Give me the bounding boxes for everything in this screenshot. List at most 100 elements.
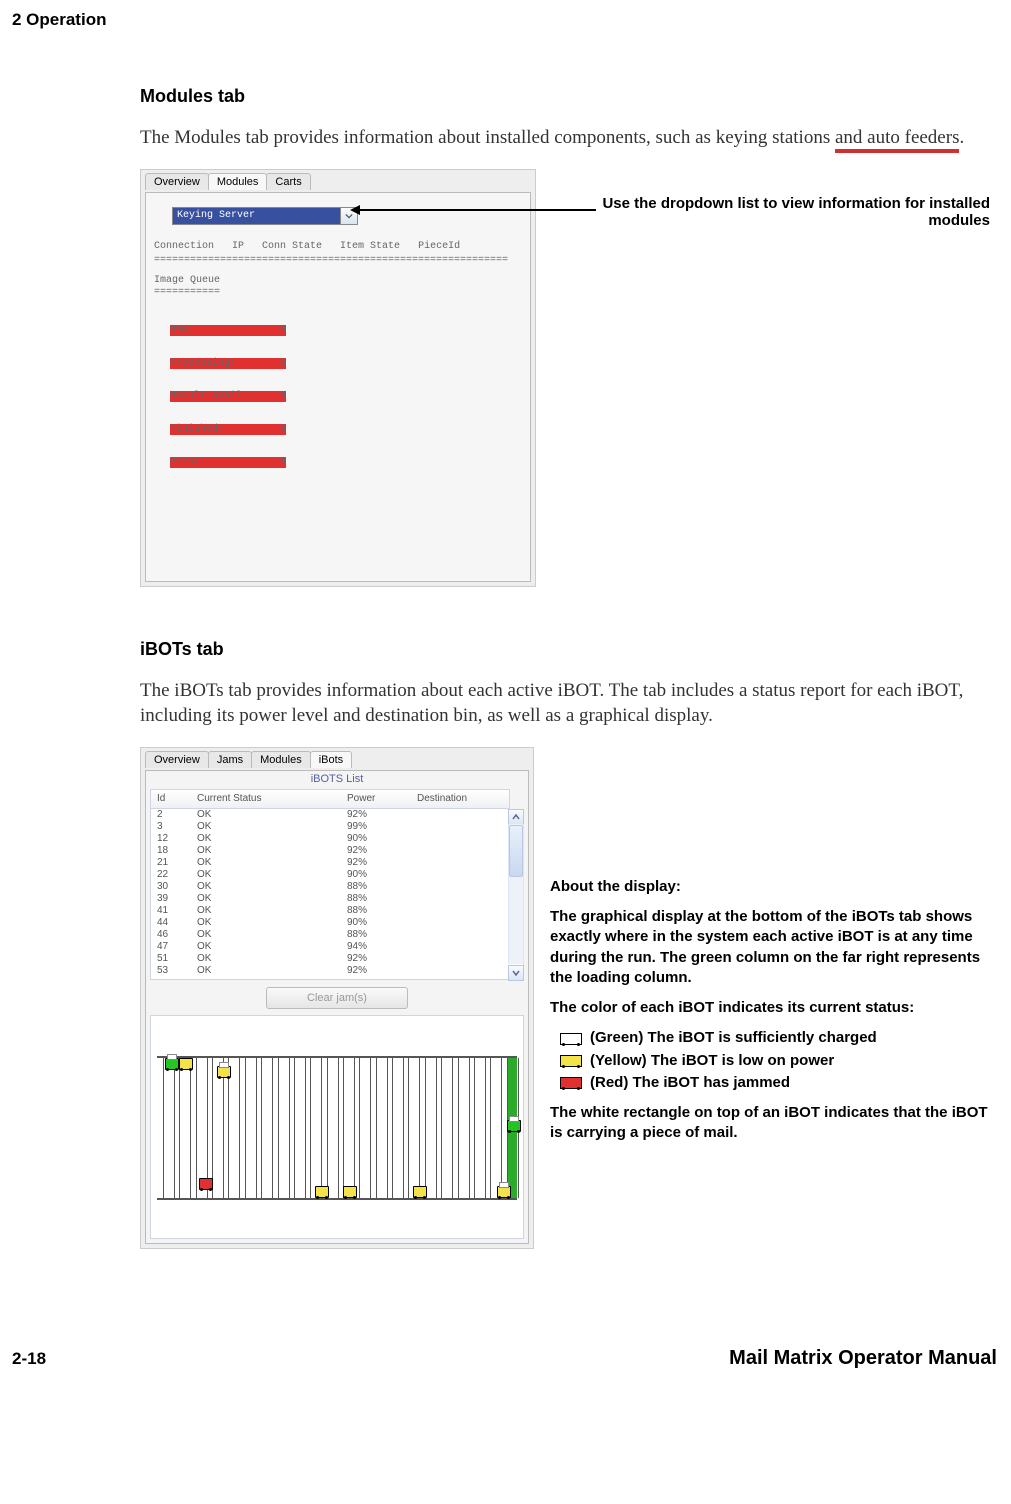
column: [228, 1058, 240, 1198]
col-destination[interactable]: Destination: [417, 793, 509, 804]
ibot-icon: [507, 1120, 521, 1132]
column: [392, 1058, 404, 1198]
figure-modules: Overview Modules Carts Keying Server Con…: [140, 169, 990, 609]
image-queue-title: Image Queue: [154, 275, 220, 286]
legend-text: (Red) The iBOT has jammed: [590, 1073, 790, 1093]
col-status[interactable]: Current Status: [197, 793, 347, 804]
table-row[interactable]: 53OK92%: [151, 965, 523, 977]
column-headers: Connection IP Conn State Item State Piec…: [154, 241, 460, 252]
ibot-icon: [315, 1186, 329, 1198]
column: [294, 1058, 306, 1198]
column: [441, 1058, 453, 1198]
scroll-up-icon[interactable]: [508, 809, 524, 825]
ibots-canvas: [150, 1015, 524, 1239]
queue-value: 0: [280, 358, 286, 369]
ibots-list-body: 2OK92%3OK99%12OK90%18OK92%21OK92%22OK90%…: [150, 809, 524, 980]
page-footer: 2-18 Mail Matrix Operator Manual: [0, 1347, 1011, 1370]
column: [327, 1058, 339, 1198]
col-power[interactable]: Power: [347, 793, 417, 804]
column: [425, 1058, 437, 1198]
col-ip: IP: [232, 241, 244, 252]
column: [245, 1058, 257, 1198]
tab-carts[interactable]: Carts: [266, 173, 310, 190]
tab-overview[interactable]: Overview: [145, 751, 209, 768]
modules-panel: Keying Server Connection IP Conn State I…: [145, 192, 531, 582]
column: [179, 1058, 191, 1198]
table-row[interactable]: 30OK88%: [151, 881, 523, 893]
ibot-icon: [413, 1186, 427, 1198]
queue-row: New:0: [170, 325, 286, 336]
column: [163, 1058, 175, 1198]
modules-tabstrip: Overview Modules Carts: [145, 173, 310, 190]
table-row[interactable]: 39OK88%: [151, 893, 523, 905]
column: [376, 1058, 388, 1198]
table-row[interactable]: 41OK88%: [151, 905, 523, 917]
ibots-tab-paragraph: The iBOTs tab provides information about…: [140, 678, 990, 729]
module-select-value: Keying Server: [177, 210, 255, 221]
module-select[interactable]: Keying Server: [172, 207, 358, 225]
ibot-icon: [165, 1058, 179, 1070]
modules-tab-heading: Modules tab: [140, 86, 990, 107]
col-connstate: Conn State: [262, 241, 322, 252]
page-number: 2-18: [12, 1349, 46, 1369]
manual-title: Mail Matrix Operator Manual: [729, 1347, 997, 1370]
queue-value: 0: [280, 424, 286, 435]
table-row[interactable]: 21OK92%: [151, 857, 523, 869]
queue-label: Processing:: [170, 358, 280, 369]
column: [212, 1058, 224, 1198]
scrollbar-thumb[interactable]: [509, 825, 523, 877]
table-row[interactable]: 12OK90%: [151, 833, 523, 845]
table-row[interactable]: 46OK88%: [151, 929, 523, 941]
tab-overview[interactable]: Overview: [145, 173, 209, 190]
table-row[interactable]: 22OK90%: [151, 869, 523, 881]
ibot-red-icon: [560, 1077, 582, 1089]
ibots-tab-heading: iBOTs tab: [140, 639, 990, 660]
queue-label: Result avail.:: [170, 391, 280, 402]
legend-text: (Yellow) The iBOT is low on power: [590, 1051, 834, 1071]
scroll-down-icon[interactable]: [508, 965, 524, 981]
table-row[interactable]: 44OK90%: [151, 917, 523, 929]
col-pieceid: PieceId: [418, 241, 460, 252]
table-row[interactable]: 18OK92%: [151, 845, 523, 857]
separator: ========================================…: [154, 255, 508, 266]
column: [310, 1058, 322, 1198]
queue-value: 0: [280, 325, 286, 336]
ibots-list-header: Id Current Status Power Destination: [150, 789, 510, 809]
column: [278, 1058, 290, 1198]
running-head: 2 Operation: [0, 10, 1011, 38]
ibot-icon: [497, 1186, 511, 1198]
tab-modules[interactable]: Modules: [208, 173, 268, 190]
arrowhead-icon: [350, 205, 360, 215]
about-p3: The white rectangle on top of an iBOT in…: [550, 1103, 990, 1144]
ibots-panel: iBOTS List Id Current Status Power Desti…: [145, 770, 529, 1244]
about-heading: About the display:: [550, 877, 990, 897]
image-queue-sep: ===========: [154, 287, 220, 298]
tab-jams[interactable]: Jams: [208, 751, 252, 768]
legend-row: (Green) The iBOT is sufficiently charged: [560, 1028, 990, 1048]
about-p2: The color of each iBOT indicates its cur…: [550, 998, 990, 1018]
queue-row: Result avail.:0: [170, 391, 286, 402]
ibots-list-title: iBOTS List: [146, 773, 528, 785]
column: [474, 1058, 486, 1198]
col-connection: Connection: [154, 241, 214, 252]
table-row[interactable]: 2OK92%: [151, 809, 523, 821]
tab-ibots[interactable]: iBots: [310, 751, 352, 768]
ibots-tabstrip: Overview Jams Modules iBots: [145, 751, 351, 768]
clear-jams-button[interactable]: Clear jam(s): [266, 987, 408, 1009]
column: [196, 1058, 208, 1198]
column: [343, 1058, 355, 1198]
modules-tab-paragraph: The Modules tab provides information abo…: [140, 125, 990, 151]
ibot-icon: [217, 1066, 231, 1078]
ibot-green-icon: [560, 1033, 582, 1045]
col-id[interactable]: Id: [151, 793, 197, 804]
table-row[interactable]: 3OK99%: [151, 821, 523, 833]
table-row[interactable]: 51OK92%: [151, 953, 523, 965]
queue-value: 0: [280, 391, 286, 402]
modules-window: Overview Modules Carts Keying Server Con…: [140, 169, 536, 587]
column: [261, 1058, 273, 1198]
queue-row: Error:0: [170, 457, 286, 468]
tab-modules[interactable]: Modules: [251, 751, 311, 768]
table-row[interactable]: 47OK94%: [151, 941, 523, 953]
legend-text: (Green) The iBOT is sufficiently charged: [590, 1028, 877, 1048]
ibot-icon: [343, 1186, 357, 1198]
